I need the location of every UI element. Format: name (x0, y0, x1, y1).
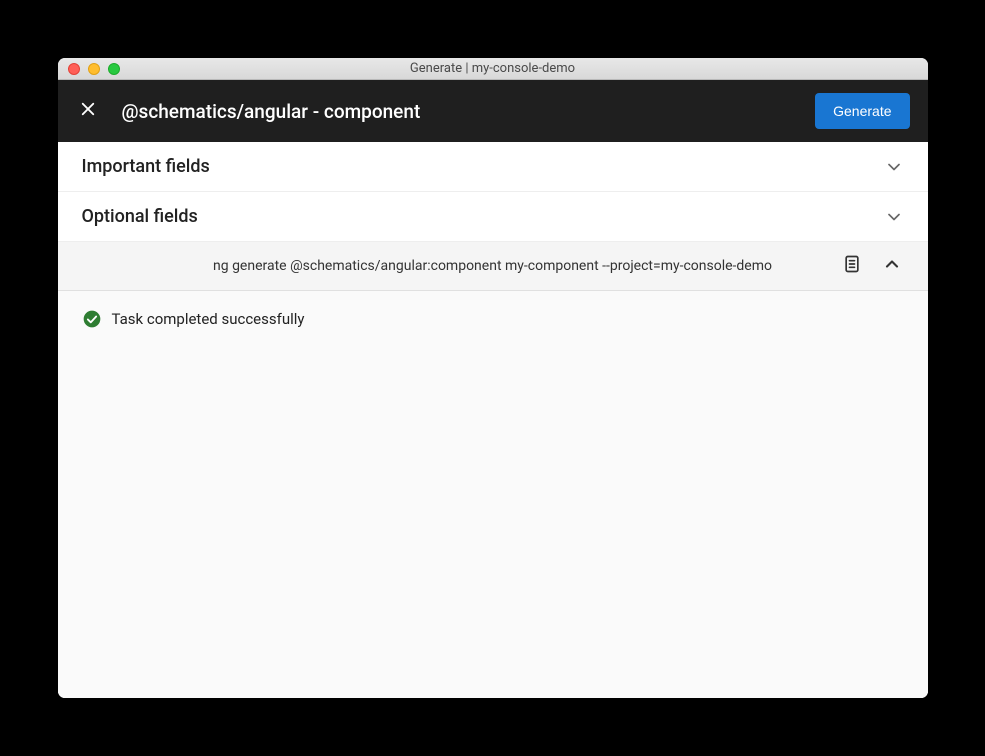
close-icon (79, 100, 97, 122)
chevron-down-icon (884, 157, 904, 177)
window-title: Generate | my-console-demo (58, 61, 928, 76)
titlebar: Generate | my-console-demo (58, 58, 928, 80)
status-message: Task completed successfully (112, 310, 305, 328)
clipboard-list-icon (842, 254, 862, 278)
chevron-up-icon (882, 254, 902, 278)
section-label: Optional fields (82, 206, 198, 227)
section-label: Important fields (82, 156, 210, 177)
traffic-lights (58, 63, 120, 75)
output-area: Task completed successfully (58, 291, 928, 698)
generate-button[interactable]: Generate (815, 93, 909, 129)
window-minimize-button[interactable] (88, 63, 100, 75)
app-header: @schematics/angular - component Generate (58, 80, 928, 142)
chevron-down-icon (884, 207, 904, 227)
close-button[interactable] (76, 99, 100, 123)
window-close-button[interactable] (68, 63, 80, 75)
status-row: Task completed successfully (82, 309, 904, 329)
copy-command-button[interactable] (840, 254, 864, 278)
app-window: Generate | my-console-demo @schematics/a… (58, 58, 928, 698)
page-title: @schematics/angular - component (122, 100, 816, 123)
content-area: Important fields Optional fields ng gene… (58, 142, 928, 698)
optional-fields-section[interactable]: Optional fields (58, 192, 928, 242)
check-circle-icon (82, 309, 102, 329)
command-text: ng generate @schematics/angular:componen… (82, 258, 824, 274)
command-bar: ng generate @schematics/angular:componen… (58, 242, 928, 291)
important-fields-section[interactable]: Important fields (58, 142, 928, 192)
window-maximize-button[interactable] (108, 63, 120, 75)
collapse-output-button[interactable] (880, 254, 904, 278)
